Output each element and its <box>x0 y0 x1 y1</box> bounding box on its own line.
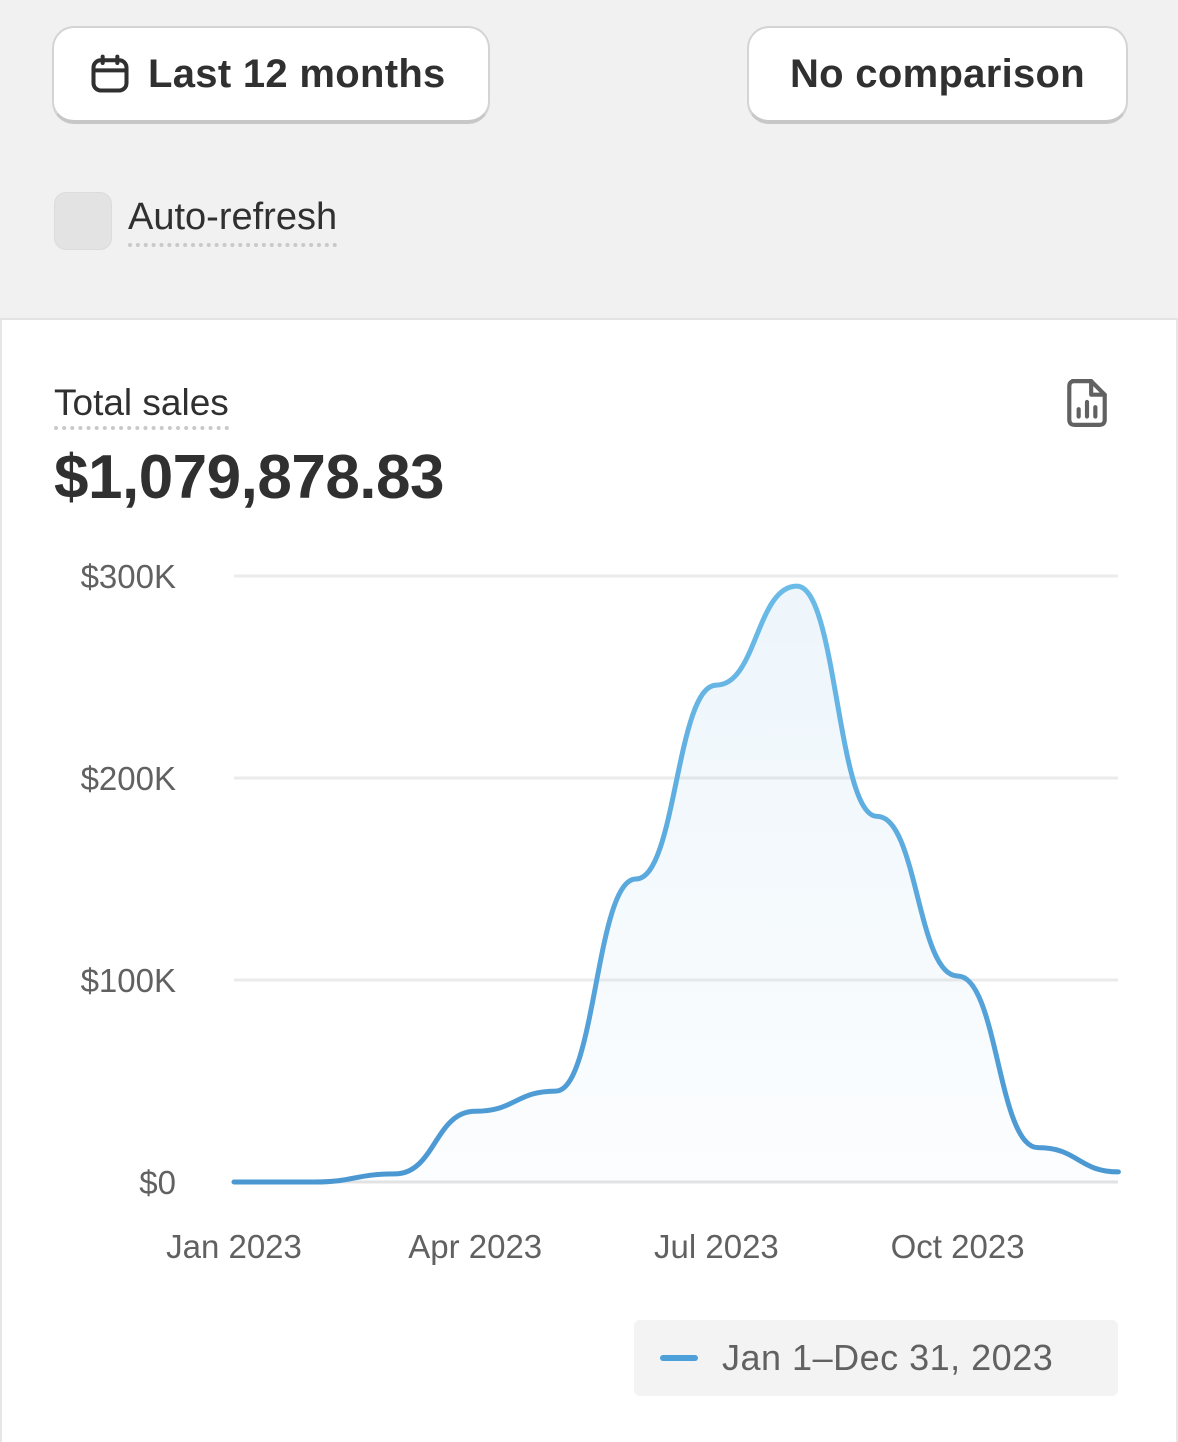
legend-label: Jan 1–Dec 31, 2023 <box>722 1337 1054 1378</box>
legend-swatch <box>660 1355 698 1361</box>
sales-line-chart: $0 $100K $200K $300K Jan 2023 Apr 2023 Jul 202… <box>81 558 1121 1265</box>
data-point[interactable] <box>634 877 638 881</box>
x-tick-label: Jan 2023 <box>166 1228 302 1265</box>
y-tick-label: $100K <box>81 962 176 999</box>
y-tick-label: $0 <box>139 1164 176 1201</box>
x-tick-label: Jul 2023 <box>654 1228 779 1265</box>
data-point[interactable] <box>795 584 799 588</box>
x-tick-label: Oct 2023 <box>891 1228 1025 1265</box>
x-tick-label: Apr 2023 <box>408 1228 542 1265</box>
auto-refresh-checkbox[interactable] <box>54 192 112 250</box>
data-point[interactable] <box>232 1180 236 1184</box>
data-point[interactable] <box>714 683 718 687</box>
data-point[interactable] <box>473 1109 477 1113</box>
data-point[interactable] <box>312 1180 316 1184</box>
auto-refresh-toggle[interactable]: Auto-refresh <box>54 192 338 250</box>
data-point[interactable] <box>554 1089 558 1093</box>
data-point[interactable] <box>1116 1170 1120 1174</box>
comparison-button[interactable]: No comparison <box>747 26 1128 124</box>
data-point[interactable] <box>875 814 879 818</box>
comparison-label: No comparison <box>789 51 1086 96</box>
date-range-label: Last 12 months <box>148 51 446 96</box>
y-tick-label: $300K <box>81 558 176 595</box>
data-point[interactable] <box>1036 1146 1040 1150</box>
total-sales-card: Total sales $1,079,878.83 $0 $100K $200K $3… <box>0 318 1178 1442</box>
series-area <box>234 586 1119 1182</box>
y-tick-label: $200K <box>81 760 176 797</box>
data-point[interactable] <box>393 1172 397 1176</box>
date-range-button[interactable]: Last 12 months <box>52 26 490 124</box>
auto-refresh-label: Auto-refresh <box>128 195 338 247</box>
calendar-icon <box>91 54 129 93</box>
chart-legend[interactable]: Jan 1–Dec 31, 2023 <box>634 1320 1118 1396</box>
data-point[interactable] <box>956 974 960 978</box>
